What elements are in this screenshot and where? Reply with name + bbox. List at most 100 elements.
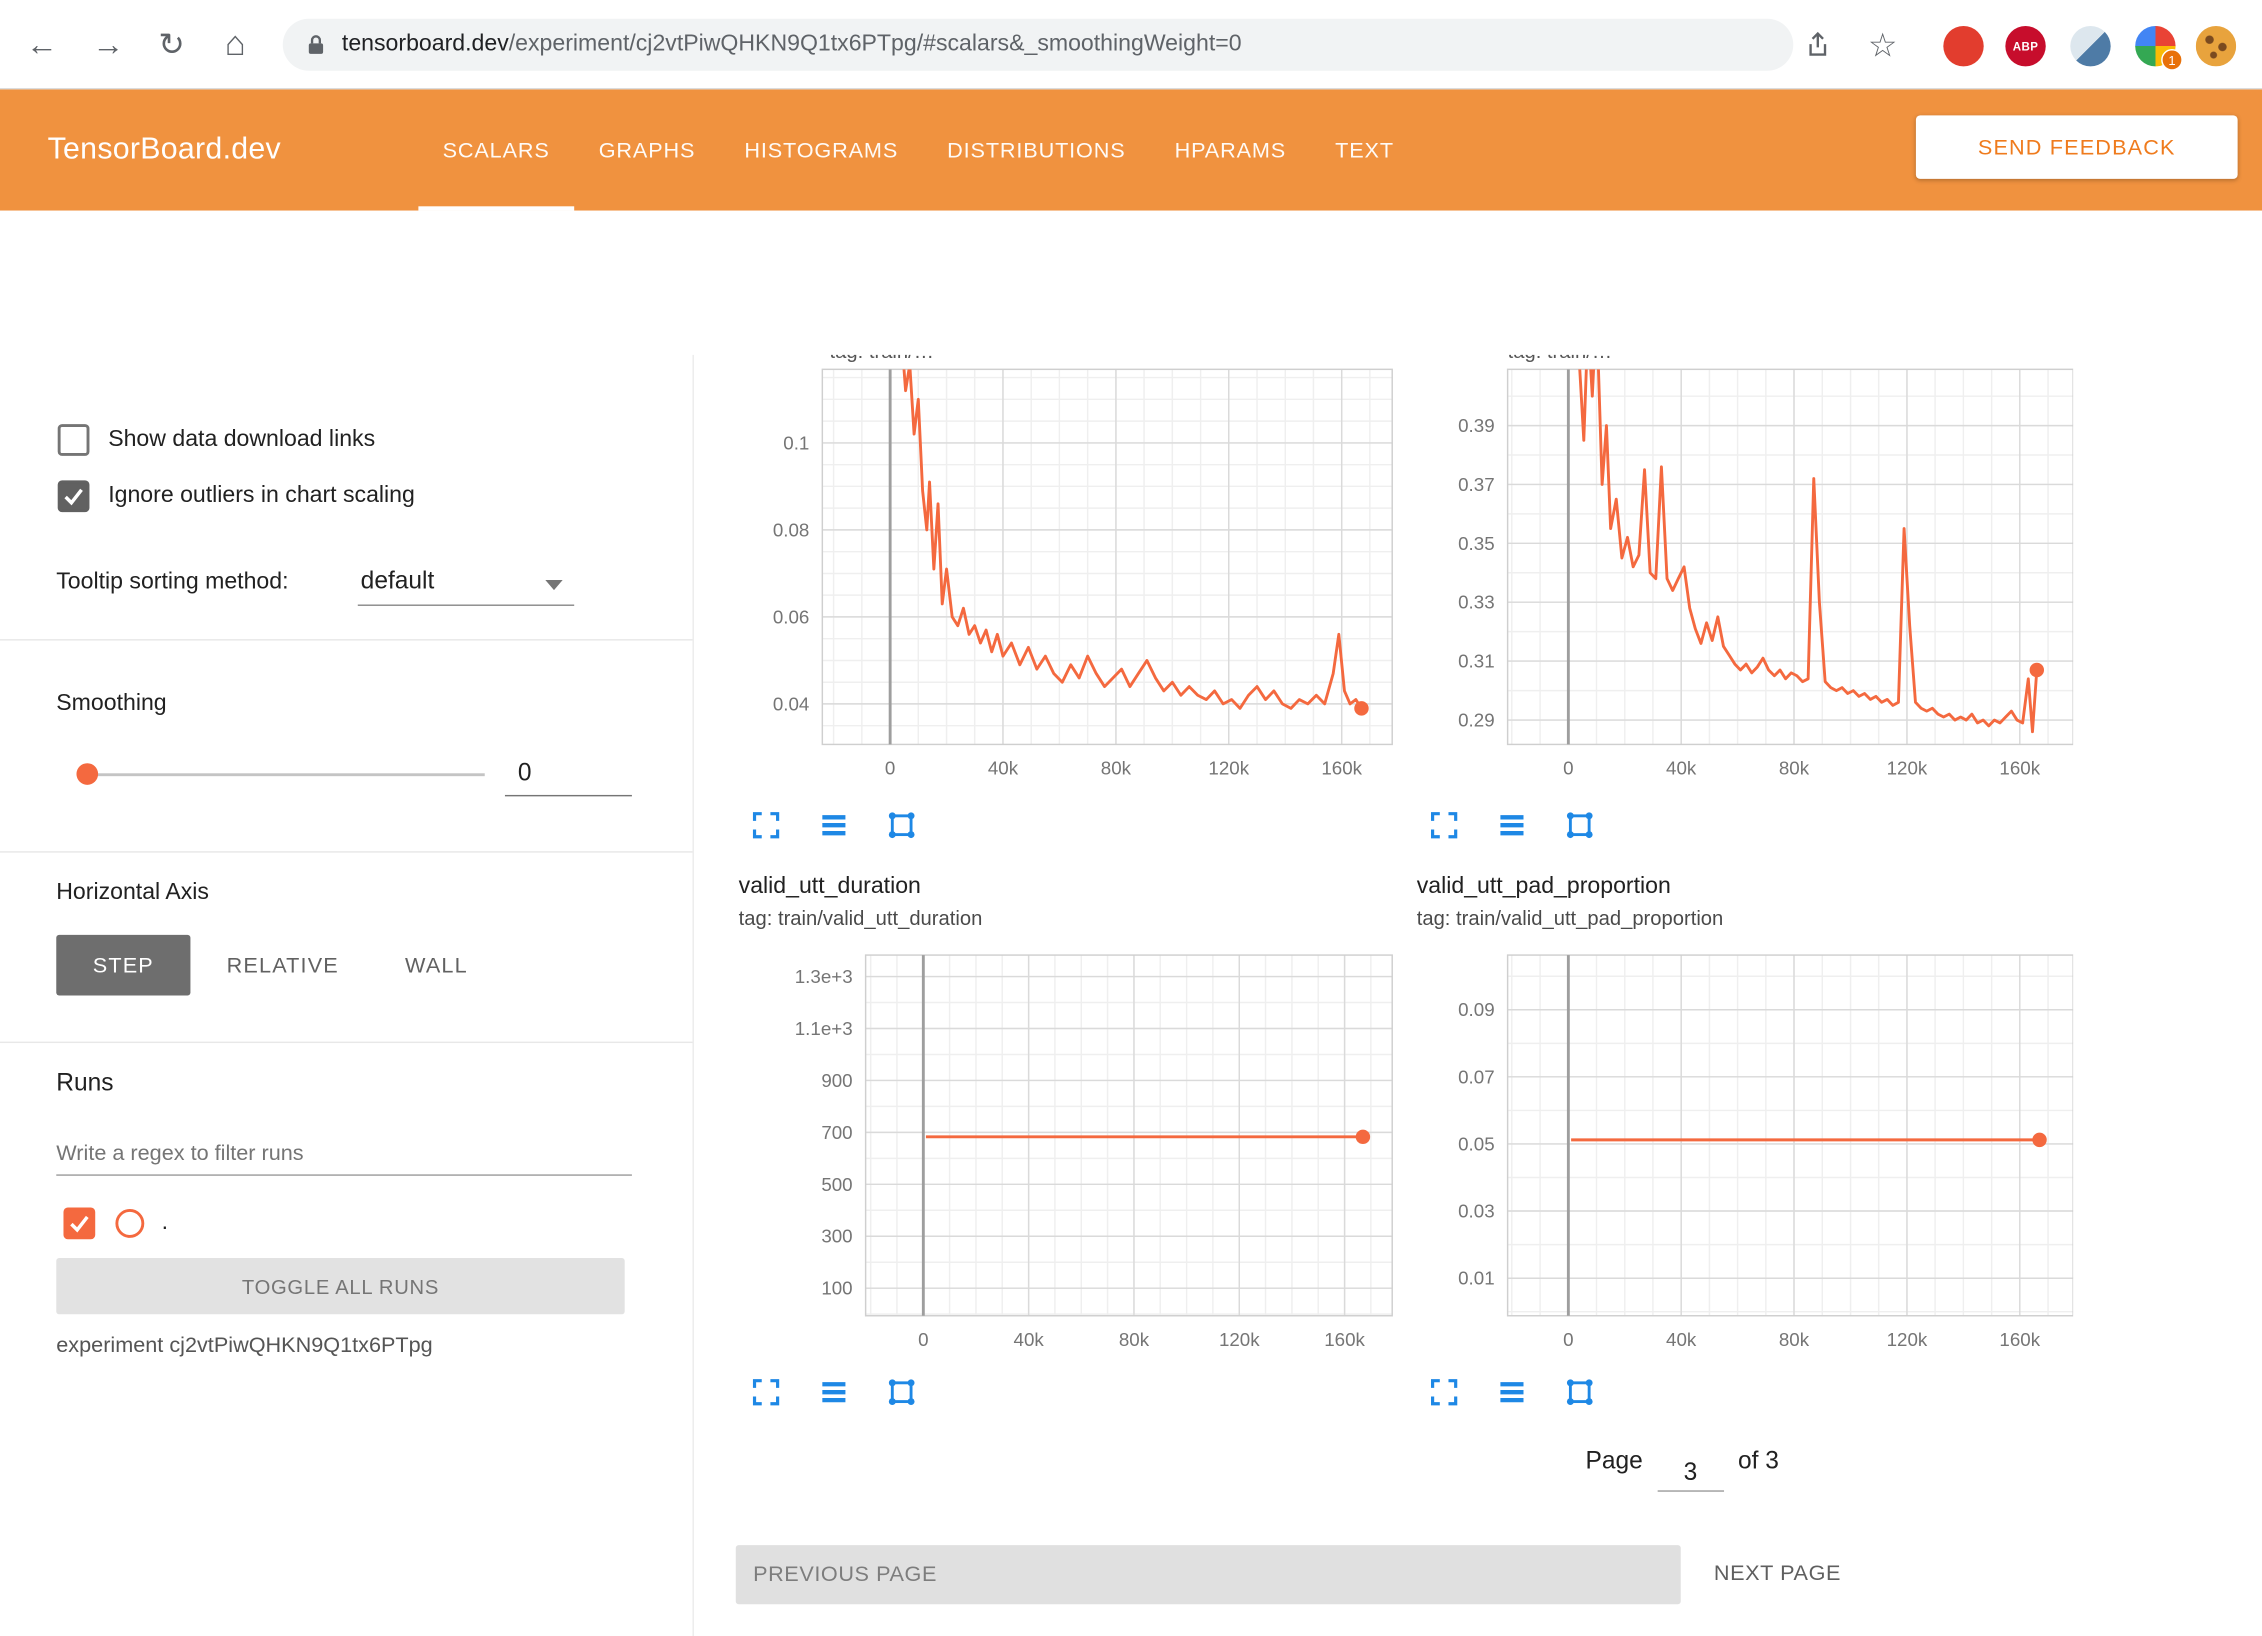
forward-icon[interactable]: → [84, 20, 133, 69]
scalar-chart[interactable]: 040k80k120k160k0.040.060.080.1 [703, 368, 1395, 795]
ignore-outliers-label: Ignore outliers in chart scaling [108, 483, 415, 509]
svg-text:1.3e+3: 1.3e+3 [795, 966, 853, 987]
fit-domain-button[interactable] [1564, 808, 1599, 843]
run-selector-button[interactable] [1496, 808, 1531, 843]
extension-blue-icon[interactable] [2070, 26, 2110, 66]
svg-text:120k: 120k [1887, 1329, 1928, 1350]
run-selector-button[interactable] [818, 808, 853, 843]
extension-avatar-icon[interactable]: 1 [2135, 26, 2175, 66]
svg-text:0: 0 [1563, 758, 1573, 779]
page-number-input[interactable] [1657, 1454, 1723, 1492]
svg-text:0.09: 0.09 [1458, 999, 1495, 1020]
chart-actions [703, 808, 1395, 843]
chart-tag: tag: train/… [703, 355, 1395, 368]
svg-text:80k: 80k [1119, 1329, 1150, 1350]
back-icon[interactable]: ← [17, 20, 66, 69]
svg-text:0: 0 [918, 1329, 928, 1350]
svg-text:0.29: 0.29 [1458, 710, 1495, 731]
ignore-outliers-checkbox[interactable] [58, 480, 90, 512]
run-selector-button[interactable] [1496, 1375, 1531, 1410]
show-download-links-checkbox[interactable] [58, 424, 90, 456]
check-icon [62, 485, 85, 508]
scalar-chart[interactable]: 040k80k120k160k0.010.030.050.070.09 [1381, 935, 2073, 1362]
next-page-button[interactable]: NEXT PAGE [1714, 1561, 1841, 1586]
smoothing-slider-thumb[interactable] [76, 763, 98, 785]
top-navigation: SCALARS GRAPHS HISTOGRAMS DISTRIBUTIONS … [418, 89, 1418, 210]
show-download-links-label: Show data download links [108, 427, 375, 453]
fit-icon [1564, 1376, 1596, 1408]
expand-icon [750, 1376, 782, 1408]
svg-text:0: 0 [1563, 1329, 1573, 1350]
expand-chart-button[interactable] [750, 808, 785, 843]
run-selector-button[interactable] [818, 1375, 853, 1410]
extension-badge: 1 [2161, 49, 2183, 71]
smoothing-slider-track[interactable] [82, 773, 485, 776]
experiment-id: experiment cj2vtPiwQHKN9Q1tx6PTpg [56, 1333, 432, 1358]
tab-graphs[interactable]: GRAPHS [574, 89, 720, 210]
horizontal-axis-label: Horizontal Axis [56, 880, 209, 906]
scalar-chart[interactable]: 040k80k120k160k1003005007009001.1e+31.3e… [703, 935, 1395, 1362]
svg-text:0.05: 0.05 [1458, 1133, 1495, 1154]
chart-card-valid-utt-duration: valid_utt_duration tag: train/valid_utt_… [703, 874, 1395, 1409]
chart-tag: tag: train/valid_utt_pad_proportion [1381, 906, 2073, 935]
tab-hparams[interactable]: HPARAMS [1150, 89, 1311, 210]
lines-icon [1496, 809, 1528, 841]
run-color-swatch[interactable] [115, 1209, 144, 1238]
svg-text:0: 0 [885, 758, 895, 779]
expand-chart-button[interactable] [1428, 808, 1463, 843]
axis-wall-button[interactable]: WALL [374, 935, 500, 996]
fit-domain-button[interactable] [886, 808, 921, 843]
chart-card-1: tag: train/… 040k80k120k160k0.040.060.08… [703, 355, 1395, 843]
tab-text[interactable]: TEXT [1311, 89, 1419, 210]
fit-domain-button[interactable] [1564, 1375, 1599, 1410]
extension-cookie-icon[interactable] [2196, 26, 2236, 66]
reload-icon[interactable]: ↻ [147, 20, 196, 69]
settings-sidebar: Show data download links Ignore outliers… [0, 355, 694, 1636]
axis-relative-button[interactable]: RELATIVE [203, 935, 362, 996]
runs-filter-input[interactable] [56, 1131, 632, 1176]
share-icon[interactable] [1793, 20, 1842, 69]
url-path: /experiment/cj2vtPiwQHKN9Q1tx6PTpg/#scal… [509, 32, 1242, 57]
extension-abp-icon[interactable]: ABP [2005, 26, 2045, 66]
svg-text:160k: 160k [1999, 1329, 2040, 1350]
chart-title: valid_utt_duration [703, 874, 1395, 906]
svg-text:160k: 160k [1321, 758, 1362, 779]
send-feedback-button[interactable]: SEND FEEDBACK [1916, 115, 2238, 178]
scalar-chart[interactable]: 040k80k120k160k0.290.310.330.350.370.39 [1381, 368, 2073, 795]
svg-text:0.01: 0.01 [1458, 1268, 1495, 1289]
smoothing-label: Smoothing [56, 691, 166, 717]
fit-icon [1564, 809, 1596, 841]
bookmark-star-icon[interactable]: ☆ [1858, 20, 1907, 69]
experiment-header: Crea LSTM transducer training for LibriS… [0, 211, 2262, 355]
tab-scalars[interactable]: SCALARS [418, 89, 574, 210]
fit-domain-button[interactable] [886, 1375, 921, 1410]
axis-step-button[interactable]: STEP [56, 935, 190, 996]
browser-toolbar: ← → ↻ ⌂ tensorboard.dev/experiment/cj2vt… [0, 0, 2262, 89]
previous-page-button[interactable]: PREVIOUS PAGE [736, 1545, 1681, 1604]
app-logo[interactable]: TensorBoard.dev [48, 133, 281, 168]
tooltip-sorting-select[interactable]: default [358, 560, 574, 606]
svg-text:160k: 160k [1999, 758, 2040, 779]
run-checkbox[interactable] [63, 1208, 95, 1240]
chart-title: valid_utt_pad_proportion [1381, 874, 2073, 906]
svg-text:40k: 40k [988, 758, 1019, 779]
toggle-all-runs-button[interactable]: TOGGLE ALL RUNS [56, 1258, 624, 1314]
address-bar[interactable]: tensorboard.dev/experiment/cj2vtPiwQHKN9… [283, 19, 1794, 71]
expand-chart-button[interactable] [750, 1375, 785, 1410]
svg-text:120k: 120k [1219, 1329, 1260, 1350]
home-icon[interactable]: ⌂ [211, 20, 260, 69]
lines-icon [1496, 1376, 1528, 1408]
chart-actions [1381, 808, 2073, 843]
extension-adblock-icon[interactable] [1943, 26, 1983, 66]
tooltip-sorting-value: default [361, 567, 435, 594]
url-text: tensorboard.dev/experiment/cj2vtPiwQHKN9… [342, 32, 1242, 58]
tab-distributions[interactable]: DISTRIBUTIONS [923, 89, 1150, 210]
svg-text:0.07: 0.07 [1458, 1066, 1495, 1087]
pagination: Page of 3 [1586, 1447, 1779, 1485]
svg-text:900: 900 [821, 1070, 852, 1091]
svg-text:0.35: 0.35 [1458, 533, 1495, 554]
expand-chart-button[interactable] [1428, 1375, 1463, 1410]
smoothing-value-field[interactable]: 0 [505, 752, 632, 797]
tab-histograms[interactable]: HISTOGRAMS [720, 89, 923, 210]
app-header: TensorBoard.dev SCALARS GRAPHS HISTOGRAM… [0, 89, 2262, 210]
